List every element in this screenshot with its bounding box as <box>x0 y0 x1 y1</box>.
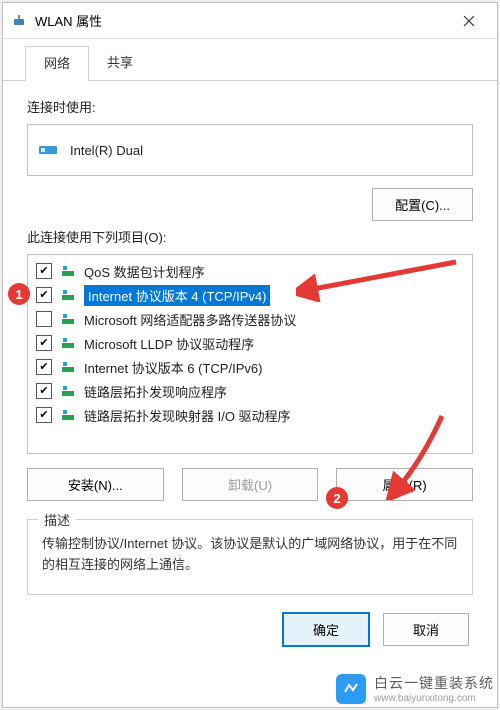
list-item[interactable]: QoS 数据包计划程序 <box>30 259 470 283</box>
configure-button[interactable]: 配置(C)... <box>372 188 473 221</box>
uninstall-button: 卸载(U) <box>182 468 319 501</box>
watermark-text-en: www.baiyunxitong.com <box>374 693 494 704</box>
watermark-text-cn: 白云一键重装系统 <box>374 673 494 693</box>
tab-sharing[interactable]: 共享 <box>89 46 151 81</box>
protocol-icon <box>60 407 76 423</box>
list-item[interactable]: Internet 协议版本 4 (TCP/IPv4) <box>30 283 470 307</box>
install-button[interactable]: 安装(N)... <box>27 468 164 501</box>
watermark-logo-icon <box>336 674 366 704</box>
watermark: 白云一键重装系统 www.baiyunxitong.com <box>336 673 494 704</box>
item-checkbox[interactable] <box>36 383 52 399</box>
description-legend: 描述 <box>38 510 76 529</box>
item-checkbox[interactable] <box>36 263 52 279</box>
item-checkbox[interactable] <box>36 407 52 423</box>
wlan-properties-dialog: WLAN 属性 网络 共享 连接时使用: Intel(R) Dual 配置(C)… <box>2 2 498 708</box>
item-checkbox[interactable] <box>36 287 52 303</box>
titlebar: WLAN 属性 <box>3 3 497 39</box>
item-label: QoS 数据包计划程序 <box>84 262 205 281</box>
protocol-icon <box>60 287 76 303</box>
list-item[interactable]: 链路层拓扑发现响应程序 <box>30 379 470 403</box>
close-button[interactable] <box>449 5 489 37</box>
item-label: Microsoft 网络适配器多路传送器协议 <box>84 310 296 329</box>
list-item[interactable]: 链路层拓扑发现映射器 I/O 驱动程序 <box>30 403 470 427</box>
description-group: 描述 传输控制协议/Internet 协议。该协议是默认的广域网络协议，用于在不… <box>27 519 473 595</box>
item-label: 链路层拓扑发现响应程序 <box>84 382 227 401</box>
adapter-display: Intel(R) Dual <box>27 124 473 176</box>
protocol-icon <box>60 335 76 351</box>
tab-network[interactable]: 网络 <box>25 46 89 81</box>
items-label: 此连接使用下列项目(O): <box>27 227 473 246</box>
tab-row: 网络 共享 <box>3 39 497 81</box>
protocol-icon <box>60 383 76 399</box>
adapter-icon <box>38 141 60 159</box>
ok-button[interactable]: 确定 <box>283 613 369 646</box>
item-label: Internet 协议版本 6 (TCP/IPv6) <box>84 358 262 377</box>
connect-using-label: 连接时使用: <box>27 97 473 116</box>
network-adapter-icon <box>11 13 27 29</box>
protocol-icon <box>60 359 76 375</box>
dialog-title: WLAN 属性 <box>35 11 449 30</box>
description-text: 传输控制协议/Internet 协议。该协议是默认的广域网络协议，用于在不同的相… <box>42 534 458 576</box>
network-items-listbox[interactable]: QoS 数据包计划程序 Internet 协议版本 4 (TCP/IPv4) Mic… <box>27 254 473 454</box>
item-label: Microsoft LLDP 协议驱动程序 <box>84 334 254 353</box>
protocol-icon <box>60 311 76 327</box>
item-label: 链路层拓扑发现映射器 I/O 驱动程序 <box>84 406 291 425</box>
list-item[interactable]: Microsoft LLDP 协议驱动程序 <box>30 331 470 355</box>
protocol-icon <box>60 263 76 279</box>
properties-button[interactable]: 属性(R) <box>336 468 473 501</box>
item-checkbox[interactable] <box>36 359 52 375</box>
list-item[interactable]: Internet 协议版本 6 (TCP/IPv6) <box>30 355 470 379</box>
item-label: Internet 协议版本 4 (TCP/IPv4) <box>84 285 270 306</box>
item-checkbox[interactable] <box>36 311 52 327</box>
adapter-name-text: Intel(R) Dual <box>70 143 143 158</box>
cancel-button[interactable]: 取消 <box>383 613 469 646</box>
list-item[interactable]: Microsoft 网络适配器多路传送器协议 <box>30 307 470 331</box>
item-checkbox[interactable] <box>36 335 52 351</box>
